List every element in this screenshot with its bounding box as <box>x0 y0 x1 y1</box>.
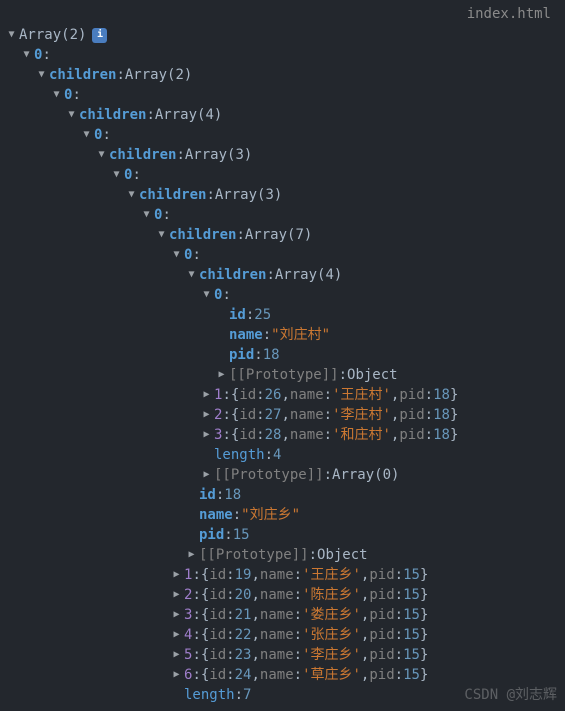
chevron-down-icon[interactable] <box>21 45 32 65</box>
chevron-right-icon[interactable] <box>216 365 227 385</box>
chevron-down-icon[interactable] <box>66 105 77 125</box>
chevron-down-icon[interactable] <box>51 85 62 105</box>
chevron-right-icon[interactable] <box>171 665 182 685</box>
chevron-right-icon[interactable] <box>201 385 212 405</box>
console-tree: Array(2)i 0: children: Array(2) 0: child… <box>0 0 565 709</box>
sibling-row: 1: {id: 19, name: '王庄乡', pid: 15} <box>6 565 561 585</box>
chevron-down-icon[interactable] <box>96 145 107 165</box>
length-row: length: 4 <box>6 445 561 465</box>
tree-row: name: "刘庄村" <box>6 325 561 345</box>
chevron-right-icon[interactable] <box>171 605 182 625</box>
chevron-down-icon[interactable] <box>36 65 47 85</box>
tree-row: children: Array(4) <box>6 105 561 125</box>
tree-row: 0: <box>6 45 561 65</box>
chevron-down-icon[interactable] <box>6 25 17 45</box>
chevron-right-icon[interactable] <box>201 425 212 445</box>
tree-row: children: Array(3) <box>6 145 561 165</box>
chevron-right-icon[interactable] <box>201 465 212 485</box>
tree-row: 0: <box>6 165 561 185</box>
chevron-down-icon[interactable] <box>126 185 137 205</box>
chevron-down-icon[interactable] <box>111 165 122 185</box>
tree-row: 0: <box>6 205 561 225</box>
chevron-right-icon[interactable] <box>171 565 182 585</box>
sibling-row: 5: {id: 23, name: '李庄乡', pid: 15} <box>6 645 561 665</box>
chevron-down-icon[interactable] <box>81 125 92 145</box>
chevron-down-icon[interactable] <box>156 225 167 245</box>
tree-row: id: 25 <box>6 305 561 325</box>
sibling-row: 2: {id: 20, name: '陈庄乡', pid: 15} <box>6 585 561 605</box>
watermark: CSDN @刘志辉 <box>464 685 557 705</box>
tree-row: children: Array(4) <box>6 265 561 285</box>
sibling-row: 1: {id: 26, name: '王庄村', pid: 18} <box>6 385 561 405</box>
tree-row: children: Array(2) <box>6 65 561 85</box>
tree-row: [[Prototype]]: Array(0) <box>6 465 561 485</box>
chevron-right-icon[interactable] <box>186 545 197 565</box>
tree-row: 0: <box>6 285 561 305</box>
tree-row: [[Prototype]]: Object <box>6 545 561 565</box>
tree-row: children: Array(3) <box>6 185 561 205</box>
sibling-row: 3: {id: 21, name: '娄庄乡', pid: 15} <box>6 605 561 625</box>
chevron-down-icon[interactable] <box>141 205 152 225</box>
chevron-down-icon[interactable] <box>201 285 212 305</box>
chevron-right-icon[interactable] <box>201 405 212 425</box>
sibling-row: 4: {id: 22, name: '张庄乡', pid: 15} <box>6 625 561 645</box>
tree-row: 0: <box>6 85 561 105</box>
chevron-right-icon[interactable] <box>171 625 182 645</box>
sibling-row: 6: {id: 24, name: '草庄乡', pid: 15} <box>6 665 561 685</box>
tree-row: pid: 15 <box>6 525 561 545</box>
tree-row: 0: <box>6 245 561 265</box>
chevron-right-icon[interactable] <box>171 645 182 665</box>
tree-row: name: "刘庄乡" <box>6 505 561 525</box>
sibling-row: 3: {id: 28, name: '和庄村', pid: 18} <box>6 425 561 445</box>
file-tab[interactable]: index.html <box>467 4 551 24</box>
sibling-row: 2: {id: 27, name: '李庄村', pid: 18} <box>6 405 561 425</box>
tree-row: id: 18 <box>6 485 561 505</box>
chevron-right-icon[interactable] <box>171 585 182 605</box>
tree-row: [[Prototype]]: Object <box>6 365 561 385</box>
tree-row: pid: 18 <box>6 345 561 365</box>
tree-row: children: Array(7) <box>6 225 561 245</box>
array-root-row: Array(2)i <box>6 25 561 45</box>
tree-row: 0: <box>6 125 561 145</box>
chevron-down-icon[interactable] <box>186 265 197 285</box>
info-icon[interactable]: i <box>92 28 107 43</box>
chevron-down-icon[interactable] <box>171 245 182 265</box>
